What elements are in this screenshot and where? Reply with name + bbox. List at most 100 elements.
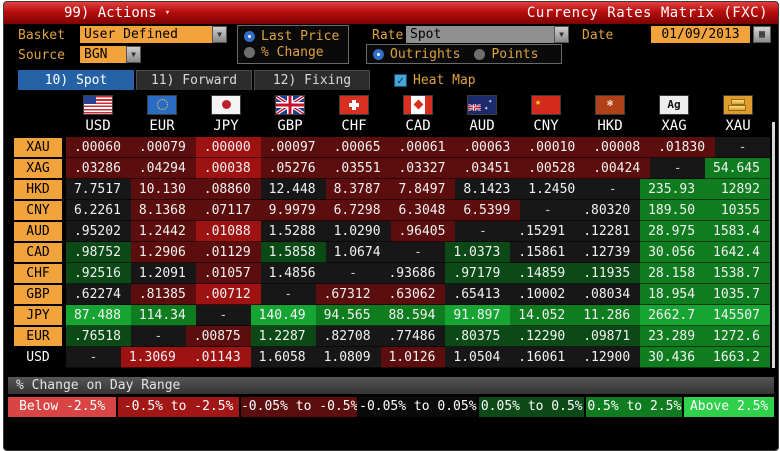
matrix-cell-xag-cad[interactable]: .03327	[390, 158, 456, 179]
matrix-cell-hkd-jpy[interactable]: .08860	[195, 179, 261, 200]
matrix-cell-hkd-usd[interactable]: 7.7517	[66, 179, 131, 200]
row-label-xag[interactable]: XAG	[14, 159, 62, 178]
matrix-cell-gbp-cad[interactable]: .63062	[380, 284, 446, 305]
matrix-cell-xau-jpy[interactable]: .00000	[195, 137, 261, 158]
matrix-cell-eur-hkd[interactable]: .09871	[575, 326, 641, 347]
matrix-cell-aud-cny[interactable]: .15291	[510, 221, 576, 242]
row-label-aud[interactable]: AUD	[14, 222, 62, 241]
matrix-cell-chf-cad[interactable]: .93686	[380, 263, 446, 284]
matrix-cell-jpy-chf[interactable]: 94.565	[315, 305, 381, 326]
matrix-cell-cad-xau[interactable]: 1642.4	[705, 242, 770, 263]
matrix-cell-usd-usd[interactable]: -	[66, 347, 121, 368]
matrix-cell-cny-jpy[interactable]: .07117	[195, 200, 261, 221]
col-header-jpy[interactable]: JPY	[194, 117, 258, 137]
matrix-cell-jpy-gbp[interactable]: 140.49	[250, 305, 316, 326]
matrix-cell-gbp-jpy[interactable]: .00712	[195, 284, 261, 305]
row-label-gbp[interactable]: GBP	[14, 285, 62, 304]
outright-radio-points[interactable]: Points	[474, 47, 538, 62]
matrix-cell-xag-hkd[interactable]: .00424	[585, 158, 651, 179]
matrix-cell-gbp-gbp[interactable]: -	[260, 284, 316, 305]
matrix-cell-cad-hkd[interactable]: .12739	[575, 242, 641, 263]
matrix-cell-usd-hkd[interactable]: .12900	[575, 347, 641, 368]
matrix-cell-chf-chf[interactable]: -	[325, 263, 381, 284]
matrix-cell-cad-usd[interactable]: .98752	[66, 242, 131, 263]
matrix-cell-aud-xau[interactable]: 1583.4	[705, 221, 770, 242]
matrix-cell-cny-cny[interactable]: -	[520, 200, 576, 221]
actions-menu[interactable]: 99) Actions ▾	[54, 5, 180, 21]
matrix-cell-xau-xag[interactable]: .01830	[650, 137, 716, 158]
matrix-cell-hkd-xau[interactable]: 12892	[705, 179, 770, 200]
scrollbar[interactable]	[772, 122, 775, 368]
matrix-cell-gbp-cny[interactable]: .10002	[510, 284, 576, 305]
basket-dropdown-icon[interactable]: ▼	[212, 26, 227, 43]
matrix-cell-usd-xag[interactable]: 30.436	[640, 347, 706, 368]
matrix-cell-eur-eur[interactable]: -	[130, 326, 186, 347]
matrix-cell-hkd-gbp[interactable]: 12.448	[260, 179, 326, 200]
matrix-cell-hkd-eur[interactable]: 10.130	[130, 179, 196, 200]
matrix-cell-usd-gbp[interactable]: 1.6058	[250, 347, 316, 368]
matrix-cell-cad-jpy[interactable]: .01129	[195, 242, 261, 263]
matrix-cell-eur-cny[interactable]: .12290	[510, 326, 576, 347]
matrix-cell-jpy-jpy[interactable]: -	[195, 305, 251, 326]
heatmap-toggle[interactable]: ✓ Heat Map	[394, 73, 476, 88]
matrix-cell-xau-chf[interactable]: .00065	[325, 137, 391, 158]
tab-fixing[interactable]: 12) Fixing	[254, 70, 370, 90]
matrix-cell-xag-cny[interactable]: .00528	[520, 158, 586, 179]
matrix-cell-eur-usd[interactable]: .76518	[66, 326, 131, 347]
col-header-gbp[interactable]: GBP	[258, 117, 322, 137]
matrix-cell-cad-cad[interactable]: -	[390, 242, 446, 263]
matrix-cell-xau-cad[interactable]: .00061	[390, 137, 456, 158]
col-header-usd[interactable]: USD	[66, 117, 130, 137]
row-label-cad[interactable]: CAD	[14, 243, 62, 262]
matrix-cell-eur-gbp[interactable]: 1.2287	[250, 326, 316, 347]
matrix-cell-usd-cny[interactable]: .16061	[510, 347, 576, 368]
matrix-cell-xau-xau[interactable]: -	[715, 137, 770, 158]
tab-spot[interactable]: 10) Spot	[18, 70, 134, 90]
matrix-cell-eur-aud[interactable]: .80375	[445, 326, 511, 347]
matrix-cell-chf-gbp[interactable]: 1.4856	[260, 263, 326, 284]
matrix-cell-hkd-cad[interactable]: 7.8497	[390, 179, 456, 200]
matrix-cell-jpy-xag[interactable]: 2662.7	[640, 305, 706, 326]
matrix-cell-xag-jpy[interactable]: .00038	[195, 158, 261, 179]
matrix-cell-usd-eur[interactable]: 1.3069	[120, 347, 186, 368]
col-header-xau[interactable]: XAU	[706, 117, 770, 137]
col-header-hkd[interactable]: HKD	[578, 117, 642, 137]
matrix-cell-cny-hkd[interactable]: .80320	[575, 200, 641, 221]
col-header-eur[interactable]: EUR	[130, 117, 194, 137]
row-label-eur[interactable]: EUR	[14, 327, 62, 346]
matrix-cell-xau-hkd[interactable]: .00008	[585, 137, 651, 158]
matrix-cell-jpy-usd[interactable]: 87.488	[66, 305, 131, 326]
col-header-cad[interactable]: CAD	[386, 117, 450, 137]
matrix-cell-chf-eur[interactable]: 1.2091	[130, 263, 196, 284]
matrix-cell-cny-eur[interactable]: 8.1368	[130, 200, 196, 221]
matrix-cell-aud-hkd[interactable]: .12281	[575, 221, 641, 242]
matrix-cell-usd-cad[interactable]: 1.0126	[380, 347, 446, 368]
matrix-cell-chf-xau[interactable]: 1538.7	[705, 263, 770, 284]
matrix-cell-aud-cad[interactable]: .96405	[390, 221, 456, 242]
row-label-xau[interactable]: XAU	[14, 138, 62, 157]
matrix-cell-usd-jpy[interactable]: .01143	[185, 347, 251, 368]
matrix-cell-cny-gbp[interactable]: 9.9979	[260, 200, 326, 221]
matrix-cell-cad-gbp[interactable]: 1.5858	[260, 242, 326, 263]
matrix-cell-eur-cad[interactable]: .77486	[380, 326, 446, 347]
matrix-cell-gbp-usd[interactable]: .62274	[66, 284, 131, 305]
matrix-cell-aud-eur[interactable]: 1.2442	[130, 221, 196, 242]
matrix-cell-aud-aud[interactable]: -	[455, 221, 511, 242]
matrix-cell-cny-xau[interactable]: 10355	[705, 200, 770, 221]
matrix-cell-eur-chf[interactable]: .82708	[315, 326, 381, 347]
matrix-cell-eur-xag[interactable]: 23.289	[640, 326, 706, 347]
row-label-hkd[interactable]: HKD	[14, 180, 62, 199]
matrix-cell-gbp-xau[interactable]: 1035.7	[705, 284, 770, 305]
matrix-cell-cny-xag[interactable]: 189.50	[640, 200, 706, 221]
matrix-cell-usd-xau[interactable]: 1663.2	[705, 347, 770, 368]
matrix-cell-hkd-chf[interactable]: 8.3787	[325, 179, 391, 200]
row-label-chf[interactable]: CHF	[14, 264, 62, 283]
matrix-cell-usd-aud[interactable]: 1.0504	[445, 347, 511, 368]
matrix-cell-aud-jpy[interactable]: .01088	[195, 221, 261, 242]
matrix-cell-gbp-hkd[interactable]: .08034	[575, 284, 641, 305]
matrix-cell-aud-chf[interactable]: 1.0290	[325, 221, 391, 242]
matrix-cell-xag-aud[interactable]: .03451	[455, 158, 521, 179]
matrix-cell-hkd-xag[interactable]: 235.93	[640, 179, 706, 200]
col-header-cny[interactable]: CNY	[514, 117, 578, 137]
matrix-cell-cad-xag[interactable]: 30.056	[640, 242, 706, 263]
